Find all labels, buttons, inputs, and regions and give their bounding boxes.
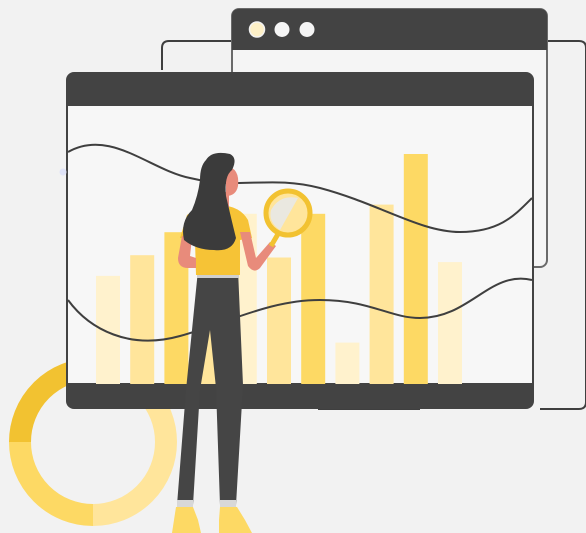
bar-1	[96, 275, 120, 384]
bar-10	[403, 154, 428, 384]
bar-8	[335, 342, 360, 384]
person-right-shoe	[219, 507, 252, 533]
bar-6	[267, 257, 291, 384]
bar-9	[369, 204, 394, 384]
window-control-dot-2	[274, 22, 290, 37]
person-left-sock	[177, 500, 193, 507]
bar-11	[438, 262, 462, 384]
window-control-dot-3	[299, 22, 315, 37]
donut-segment-lower-left	[9, 441, 94, 526]
analytics-illustration	[9, 8, 586, 533]
bar-2	[130, 255, 155, 384]
person-left-shoe	[172, 507, 201, 533]
accent-dot	[59, 168, 67, 176]
person-right-sock	[220, 500, 236, 507]
illustration	[0, 0, 586, 533]
bar-7	[301, 213, 326, 384]
window-control-dot-1	[248, 21, 266, 38]
